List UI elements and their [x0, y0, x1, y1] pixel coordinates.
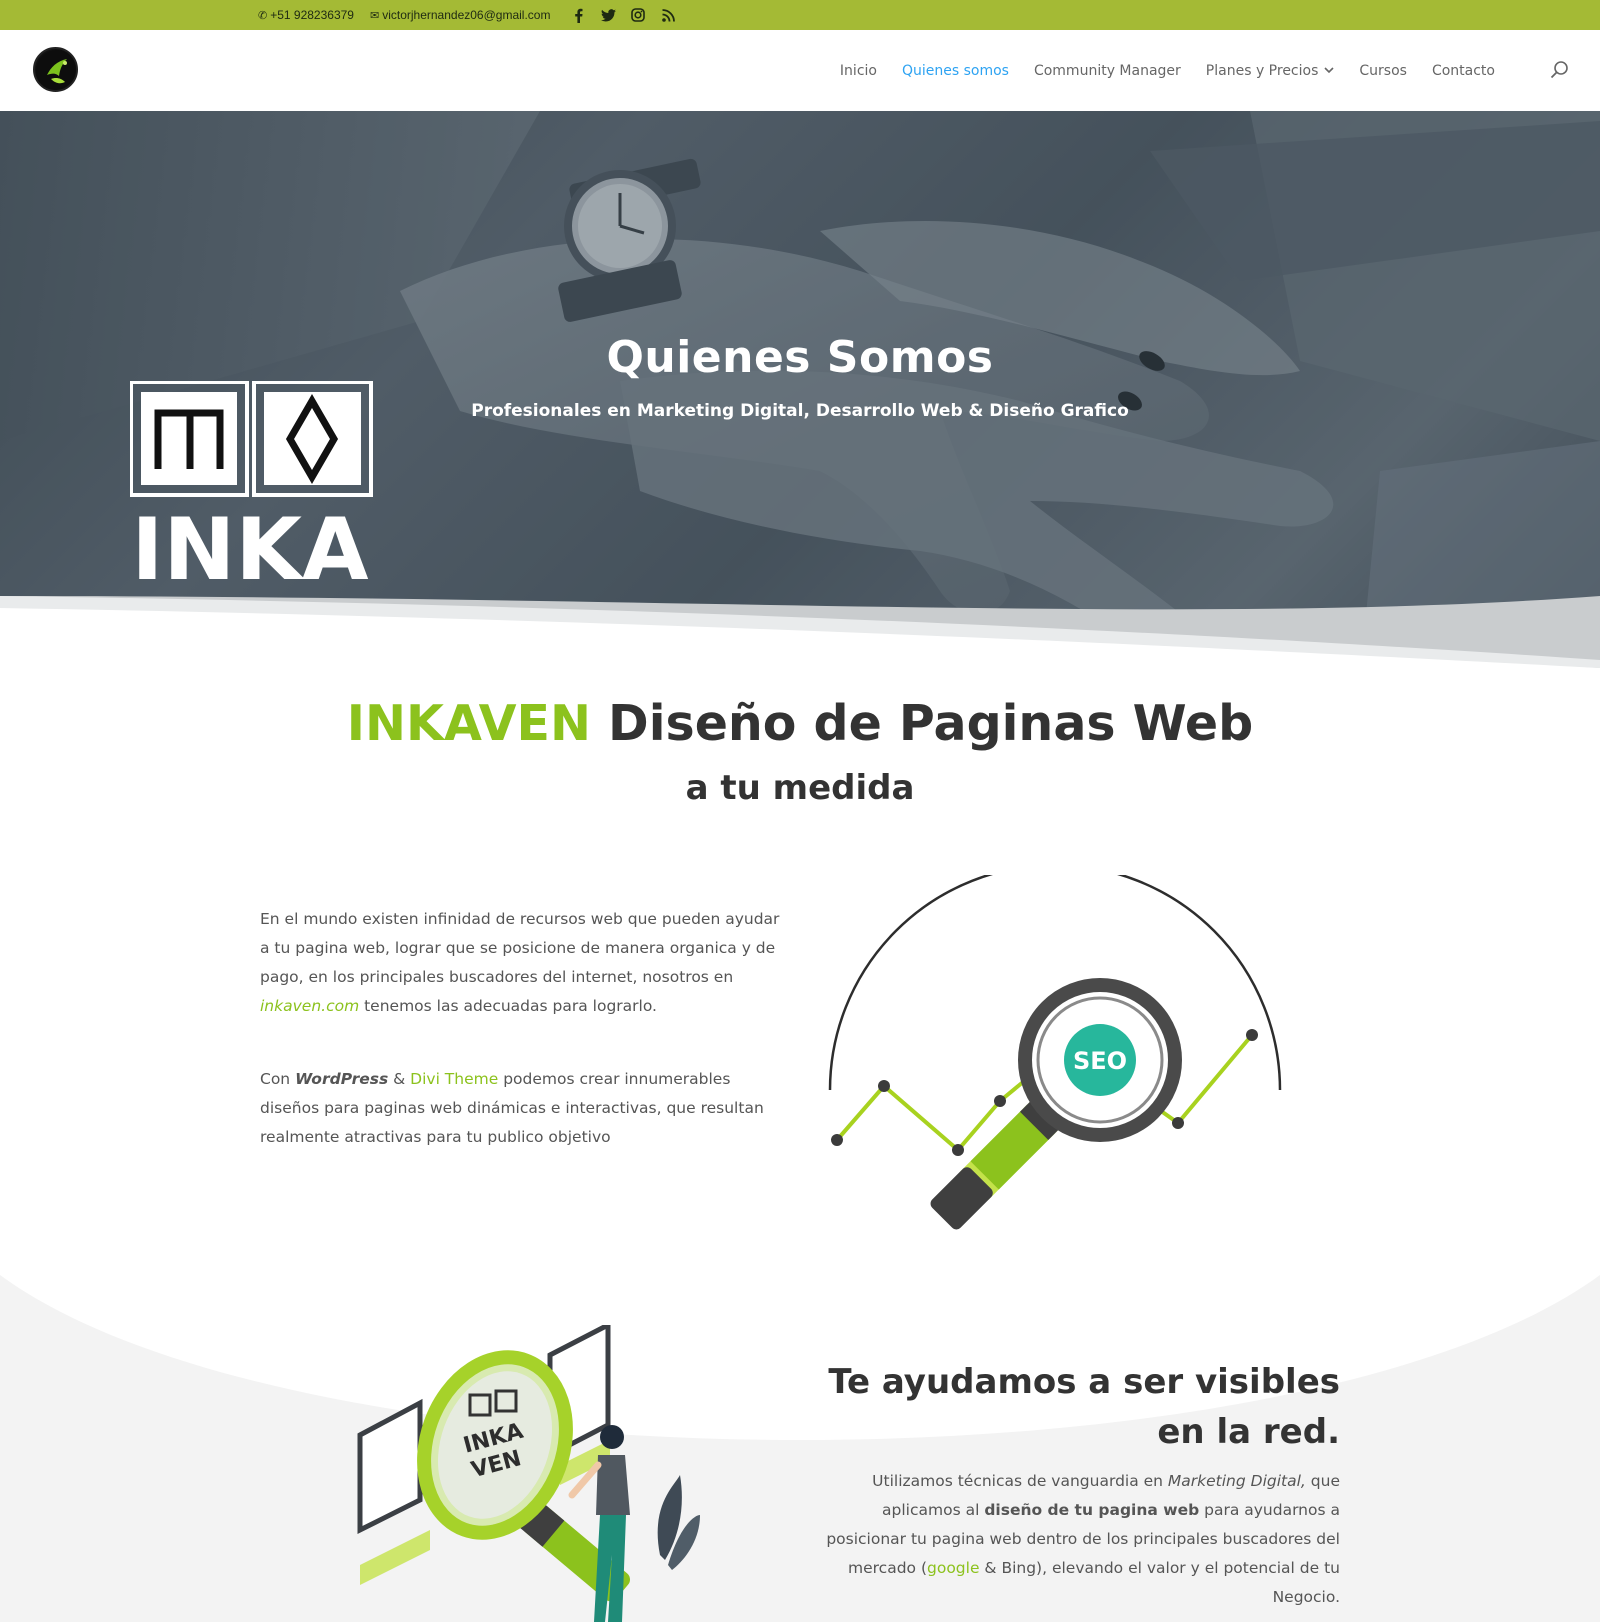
hero-title: Quienes Somos [606, 332, 994, 383]
envelope-icon: ✉ [369, 9, 380, 22]
google-link[interactable]: google [927, 1559, 980, 1577]
text: & [388, 1070, 411, 1088]
email-address: victorjhernandez06@gmail.com [382, 8, 551, 22]
web-design-text: diseño de tu pagina web [984, 1501, 1200, 1519]
nav-label: Planes y Precios [1205, 62, 1319, 79]
twitter-icon[interactable] [600, 7, 616, 23]
nav-item-cursos[interactable]: Cursos [1359, 63, 1407, 79]
phone-number: +51 928236379 [270, 8, 354, 22]
nav-label: Cursos [1359, 62, 1407, 79]
seo-illustration: SEO [828, 875, 1282, 1230]
main-nav: Inicio Quienes somos Community Manager P… [840, 30, 1495, 111]
site-header: Inicio Quienes somos Community Manager P… [0, 30, 1600, 111]
nav-item-community-manager[interactable]: Community Manager [1034, 63, 1181, 79]
nav-label: Community Manager [1033, 62, 1181, 79]
nav-label: Quienes somos [901, 62, 1009, 79]
text: tenemos las adecuadas para lograrlo. [359, 997, 657, 1015]
marketing-digital-text: Marketing Digital, [1167, 1472, 1306, 1490]
visibility-illustration: INKA VEN [357, 1325, 700, 1622]
visibility-title: Te ayudamos a ser visibles en la red. [828, 1357, 1340, 1457]
social-links [570, 7, 676, 23]
phone-item[interactable]: ✆ +51 928236379 [258, 8, 354, 22]
nav-item-planes-y-precios[interactable]: Planes y Precios [1206, 63, 1335, 79]
intro-paragraph-2: Con WordPress & Divi Theme podemos crear… [260, 1065, 780, 1152]
nav-label: Inicio [839, 62, 877, 79]
visibility-paragraph: Utilizamos técnicas de vanguardia en Mar… [820, 1467, 1340, 1612]
inkaven-link[interactable]: inkaven.com [260, 997, 359, 1015]
contact-info: ✆ +51 928236379 ✉ victorjhernandez06@gma… [258, 0, 676, 30]
link-text: inkaven.com [260, 997, 360, 1015]
text: Con [260, 1070, 296, 1088]
nav-item-inicio[interactable]: Inicio [840, 63, 877, 79]
section-background [0, 1275, 1600, 1622]
chevron-down-icon [1324, 67, 1334, 74]
nav-item-quienes-somos[interactable]: Quienes somos [902, 63, 1009, 79]
search-icon[interactable] [1550, 60, 1570, 80]
section-title-rest: Diseño de Paginas Web [591, 695, 1254, 752]
nav-item-contacto[interactable]: Contacto [1432, 63, 1495, 79]
text: Utilizamos técnicas de vanguardia en [872, 1472, 1168, 1490]
instagram-icon[interactable] [630, 7, 646, 23]
title-line-1: Te ayudamos a ser visibles [828, 1362, 1340, 1402]
email-item[interactable]: ✉ victorjhernandez06@gmail.com [370, 8, 550, 22]
brand-name: INKAVEN [346, 695, 591, 752]
nav-label: Contacto [1431, 62, 1495, 79]
intro-paragraph-1: En el mundo existen infinidad de recurso… [260, 905, 780, 1021]
section-subtitle: a tu medida [685, 768, 915, 808]
seo-label: SEO [1073, 1047, 1127, 1075]
divi-theme-link[interactable]: Divi Theme [410, 1070, 498, 1088]
text: & Bing), elevando el valor y el potencia… [979, 1559, 1340, 1606]
text: En el mundo existen infinidad de recurso… [260, 910, 780, 986]
section-title: INKAVEN Diseño de Paginas Web [0, 695, 1600, 752]
top-bar: ✆ +51 928236379 ✉ victorjhernandez06@gma… [0, 0, 1600, 30]
site-logo[interactable] [33, 47, 78, 92]
rss-icon[interactable] [660, 7, 676, 23]
hero-subtitle: Profesionales en Marketing Digital, Desa… [471, 401, 1129, 421]
hero-divider [0, 596, 1600, 676]
phone-icon: ✆ [258, 9, 268, 22]
facebook-icon[interactable] [570, 7, 586, 23]
wordpress-text: WordPress [295, 1070, 389, 1088]
title-line-2: en la red. [1157, 1412, 1340, 1452]
hero-section: INKA VEN Quienes Somos Profesionales en … [0, 111, 1600, 676]
